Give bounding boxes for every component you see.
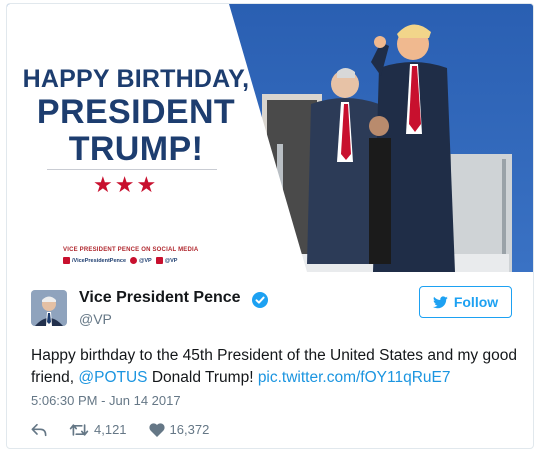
reply-button[interactable]: [31, 423, 47, 437]
pic-link[interactable]: pic.twitter.com/fOY11qRuE7: [258, 369, 451, 386]
twitter-bird-small-icon: [130, 257, 138, 264]
social-handles-row: /VicePresidentPence @VP @VP: [63, 257, 177, 264]
twitter-handle-text: @VP: [139, 257, 152, 264]
headline-line-1: HAPPY BIRTHDAY,: [22, 65, 250, 93]
social-footer-tag: VICE PRESIDENT PENCE ON SOCIAL MEDIA: [63, 247, 199, 253]
tweet-timestamp[interactable]: 5:06:30 PM - Jun 14 2017: [31, 393, 181, 408]
tweet-text-part-2: Donald Trump!: [147, 369, 258, 386]
retweet-button[interactable]: 4,121: [69, 422, 127, 437]
heart-icon: [148, 422, 165, 437]
like-count: 16,372: [169, 422, 210, 437]
retweet-icon: [69, 423, 89, 436]
mention-link[interactable]: @POTUS: [78, 369, 147, 386]
twitter-handle: @VP: [130, 257, 152, 264]
instagram-handle-text: @VP: [164, 257, 178, 264]
headline-divider: [47, 169, 217, 170]
twitter-bird-icon: [432, 295, 448, 308]
tweet-actions: 4,121 16,372: [31, 422, 231, 437]
tweet-media[interactable]: HAPPY BIRTHDAY, PRESIDENT TRUMP! ★★★ VIC…: [7, 4, 533, 272]
author-handle[interactable]: @VP: [79, 311, 112, 327]
like-button[interactable]: 16,372: [148, 422, 210, 437]
avatar[interactable]: [31, 290, 67, 326]
tweet-card: HAPPY BIRTHDAY, PRESIDENT TRUMP! ★★★ VIC…: [6, 3, 534, 449]
follow-button-label: Follow: [453, 294, 499, 310]
verified-badge-icon: [252, 292, 268, 308]
author-name[interactable]: Vice President Pence: [79, 289, 241, 307]
facebook-icon: [63, 257, 70, 264]
retweet-count: 4,121: [94, 422, 127, 437]
tweet-text: Happy birthday to the 45th President of …: [31, 345, 521, 389]
avatar-portrait: [31, 290, 67, 326]
instagram-handle: @VP: [155, 257, 178, 264]
instagram-icon: [155, 257, 163, 264]
birthday-headline: HAPPY BIRTHDAY, PRESIDENT TRUMP!: [21, 64, 251, 168]
stars-decoration: ★★★: [93, 172, 159, 197]
facebook-handle: /VicePresidentPence: [63, 257, 126, 264]
headline-line-3: TRUMP!: [68, 130, 204, 168]
follow-button[interactable]: Follow: [419, 286, 512, 318]
facebook-handle-text: /VicePresidentPence: [72, 257, 127, 264]
reply-icon: [31, 423, 47, 436]
headline-line-2: PRESIDENT: [36, 93, 236, 131]
